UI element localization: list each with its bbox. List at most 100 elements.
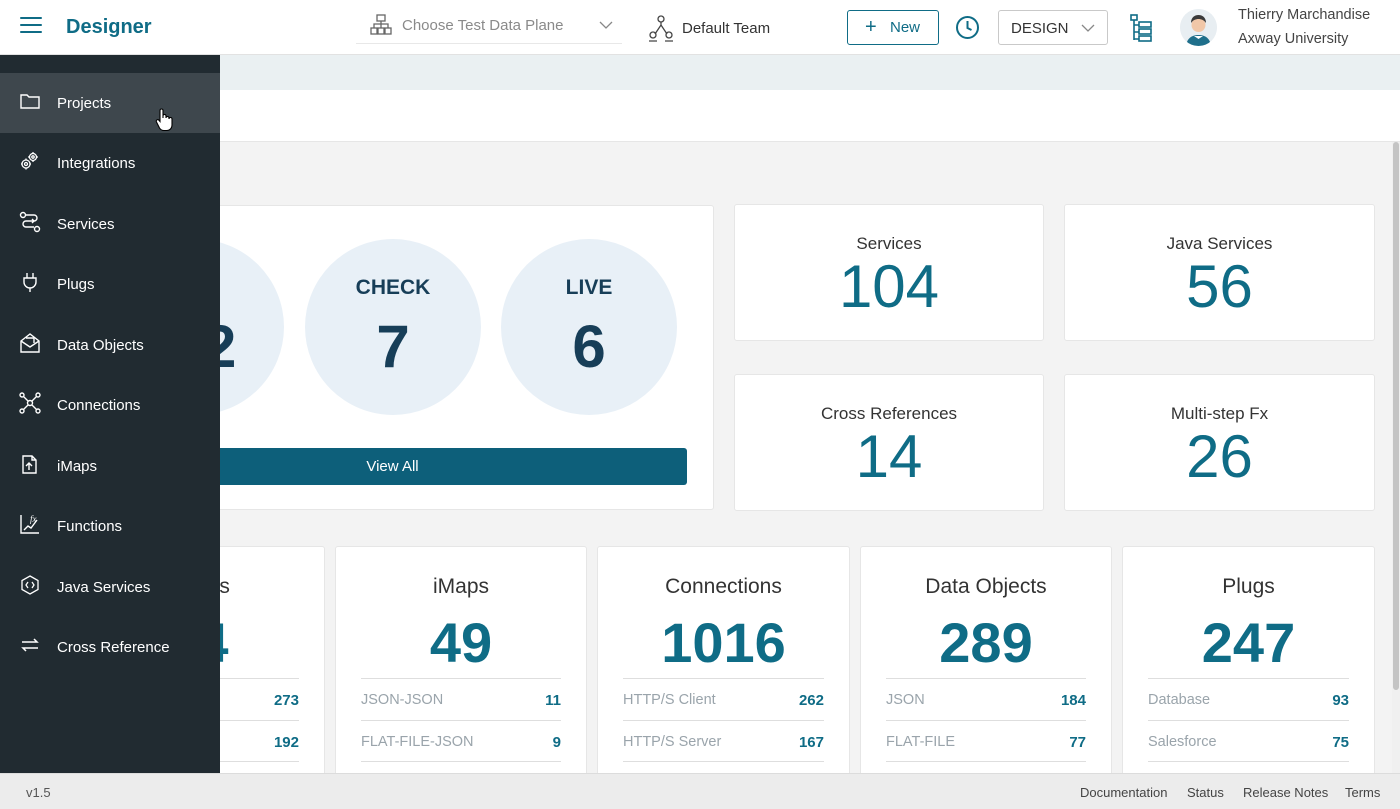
summary-row-value: 192 [273, 734, 299, 751]
summary-row-key: JSON [886, 692, 925, 708]
summary-row-value: 11 [545, 692, 561, 709]
footer-link-documentation[interactable]: Documentation [1080, 785, 1167, 800]
hand-cursor-icon [155, 108, 173, 132]
sidebar: Projects Integrations Services Plugs Dat… [0, 55, 220, 773]
summary-value: 1016 [661, 611, 786, 674]
data-plane-placeholder: Choose Test Data Plane [402, 17, 564, 34]
sidebar-item-services[interactable]: Services [0, 194, 220, 254]
sidebar-item-connections[interactable]: Connections [0, 375, 220, 435]
new-button[interactable]: + New [847, 10, 939, 45]
sidebar-item-label: Connections [57, 397, 141, 414]
menu-icon[interactable] [20, 17, 42, 35]
summary-card-data-objects[interactable]: Data Objects 289 JSON 184 FLAT-FILE 77 [860, 546, 1112, 786]
sidebar-item-label: Cross Reference [57, 639, 170, 656]
summary-row-value: 77 [1069, 734, 1086, 751]
network-icon [19, 392, 41, 414]
stat-card-services[interactable]: Services 104 [734, 204, 1044, 341]
stat-value: 26 [1186, 423, 1253, 490]
summary-row: JSON 184 [886, 678, 1086, 720]
sidebar-item-plugs[interactable]: Plugs [0, 254, 220, 314]
summary-row: FLAT-FILE 77 [886, 720, 1086, 762]
gears-icon [21, 152, 38, 170]
plug-icon [23, 273, 37, 292]
stat-card-java-services[interactable]: Java Services 56 [1064, 204, 1375, 341]
summary-row-value: 9 [552, 734, 561, 751]
sidebar-item-projects[interactable]: Projects [0, 73, 220, 133]
summary-row: FLAT-FILE-JSON 9 [361, 720, 561, 762]
summary-row-key: FLAT-FILE [886, 734, 956, 750]
status-circle-check[interactable]: CHECK 7 [305, 239, 481, 415]
footer-link-release-notes[interactable]: Release Notes [1243, 785, 1328, 800]
footer: v1.5 Documentation Status Release Notes … [0, 773, 1400, 809]
new-button-label: New [890, 19, 921, 36]
status-circle-label: CHECK [355, 276, 431, 299]
summary-label: Connections [665, 575, 782, 598]
summary-row-key: Database [1148, 692, 1211, 708]
summary-row-value: 167 [798, 734, 824, 751]
user-organization: Axway University [1238, 31, 1349, 47]
services-icon [19, 211, 41, 233]
sidebar-item-cross-reference[interactable]: Cross Reference [0, 617, 220, 677]
summary-row-key: JSON-JSON [361, 692, 444, 708]
imaps-icon [22, 455, 37, 474]
footer-link-status[interactable]: Status [1187, 785, 1224, 800]
summary-value: 289 [939, 611, 1033, 674]
avatar[interactable] [1180, 9, 1217, 46]
summary-value: 49 [429, 611, 493, 674]
summary-row-key: HTTP/S Client [623, 692, 716, 708]
summary-card-plugs[interactable]: Plugs 247 Database 93 Salesforce 75 [1122, 546, 1375, 786]
sidebar-item-label: Projects [57, 95, 112, 112]
stat-card-multi-step-fx[interactable]: Multi-step Fx 26 [1064, 374, 1375, 511]
stat-value: 14 [855, 423, 923, 490]
sidebar-item-label: Functions [57, 518, 123, 535]
sidebar-item-label: iMaps [57, 458, 98, 475]
plus-icon: + [865, 16, 877, 38]
clock-icon[interactable] [955, 15, 980, 40]
app-title: Designer [66, 16, 152, 38]
hierarchy-icon [370, 14, 392, 35]
summary-card-connections[interactable]: Connections 1016 HTTP/S Client 262 HTTP/S… [597, 546, 850, 786]
folder-icon [20, 94, 40, 109]
chevron-down-icon [599, 21, 613, 29]
sidebar-item-imaps[interactable]: iMaps [0, 436, 220, 496]
status-circle-value: 6 [572, 313, 606, 380]
cross-reference-icon [21, 638, 39, 652]
summary-card-imaps[interactable]: iMaps 49 JSON-JSON 11 FLAT-FILE-JSON 9 [335, 546, 587, 786]
team-icon [649, 15, 673, 42]
stat-card-cross-references[interactable]: Cross References 14 [734, 374, 1044, 511]
stat-label: Multi-step Fx [1170, 404, 1269, 423]
footer-link-terms[interactable]: Terms [1345, 785, 1380, 800]
summary-row: JSON-JSON 11 [361, 678, 561, 720]
summary-row-value: 184 [1060, 692, 1086, 709]
summary-row-key: Salesforce [1148, 734, 1217, 750]
sidebar-item-java-services[interactable]: Java Services [0, 557, 220, 617]
summary-row-key: HTTP/S Server [623, 734, 722, 750]
summary-label: Plugs [1222, 575, 1275, 598]
scrollbar-thumb[interactable] [1393, 142, 1399, 690]
mode-select[interactable]: DESIGN [998, 10, 1108, 45]
summary-row-value: 93 [1332, 692, 1349, 709]
svg-text:fx: fx [30, 514, 37, 524]
summary-label: iMaps [432, 575, 490, 598]
tree-list-icon[interactable] [1130, 14, 1152, 42]
version-label: v1.5 [26, 785, 51, 800]
data-plane-select[interactable]: Choose Test Data Plane [356, 8, 622, 44]
summary-value: 247 [1201, 611, 1296, 674]
sidebar-item-label: Integrations [57, 155, 136, 172]
function-icon: fx [20, 514, 39, 534]
mode-value: DESIGN [1011, 20, 1069, 37]
sidebar-item-functions[interactable]: fx Functions [0, 496, 220, 556]
stat-label: Services [856, 234, 922, 253]
summary-row: HTTP/S Client 262 [623, 678, 824, 720]
sidebar-item-data-objects[interactable]: Data Objects [0, 315, 220, 375]
status-circle-live[interactable]: LIVE 6 [501, 239, 677, 415]
stat-value: 56 [1186, 253, 1253, 320]
status-circle-label: LIVE [565, 276, 613, 299]
stat-label: Cross References [820, 404, 958, 423]
summary-row-key: FLAT-FILE-JSON [361, 734, 474, 750]
sidebar-item-integrations[interactable]: Integrations [0, 133, 220, 193]
stat-value: 104 [838, 253, 940, 320]
chevron-down-icon [1081, 24, 1095, 32]
sidebar-item-label: Java Services [57, 579, 151, 596]
data-object-icon [20, 333, 40, 353]
